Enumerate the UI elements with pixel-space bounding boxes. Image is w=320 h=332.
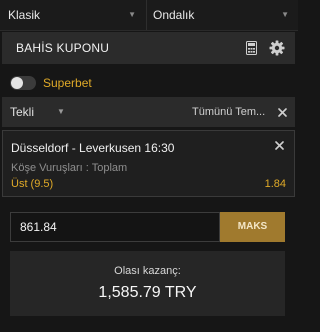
bet-selection: Üst (9.5) [11,178,54,190]
betslip-header: BAHİS KUPONU [2,32,295,64]
potential-payout: Olası kazanç: 1,585.79 TRY [10,251,285,316]
superbet-toggle[interactable] [10,76,36,90]
superbet-row: Superbet [2,72,295,96]
payout-label: Olası kazanç: [114,265,181,277]
bet-match-name: Düsseldorf - Leverkusen 16:30 [11,141,175,155]
stake-input[interactable] [10,212,220,242]
bet-odds: 1.84 [264,178,286,190]
superbet-label: Superbet [43,76,92,90]
bet-market: Köşe Vuruşları : Toplam [11,162,128,174]
betslip-title: BAHİS KUPONU [16,41,110,55]
market-type-select[interactable]: Klasik ▼ [0,0,146,30]
gear-icon[interactable] [269,40,285,56]
odds-format-value: Ondalık [153,8,195,22]
bet-type-row: Tekli ▼ Tümünü Tem... [2,97,295,127]
odds-format-select[interactable]: Ondalık ▼ [146,0,299,30]
bet-slip: Klasik ▼ Ondalık ▼ BAHİS KUPONU Superbet… [0,0,298,332]
caret-down-icon: ▼ [128,10,136,19]
market-type-value: Klasik [8,8,41,22]
toggle-knob [11,77,23,89]
bet-type-select[interactable]: Tekli [10,97,34,127]
clear-all-button[interactable]: Tümünü Tem... [192,97,265,127]
payout-value: 1,585.79 TRY [98,284,197,301]
calculator-icon[interactable] [246,41,257,55]
top-selects: Klasik ▼ Ondalık ▼ [0,0,298,31]
bet-item: Düsseldorf - Leverkusen 16:30 Köşe Vuruş… [2,130,295,197]
caret-down-icon: ▼ [281,10,289,19]
close-icon[interactable] [275,141,284,150]
max-stake-button[interactable]: MAKS [220,212,285,242]
close-icon[interactable] [278,108,287,117]
caret-down-icon[interactable]: ▼ [57,97,65,127]
